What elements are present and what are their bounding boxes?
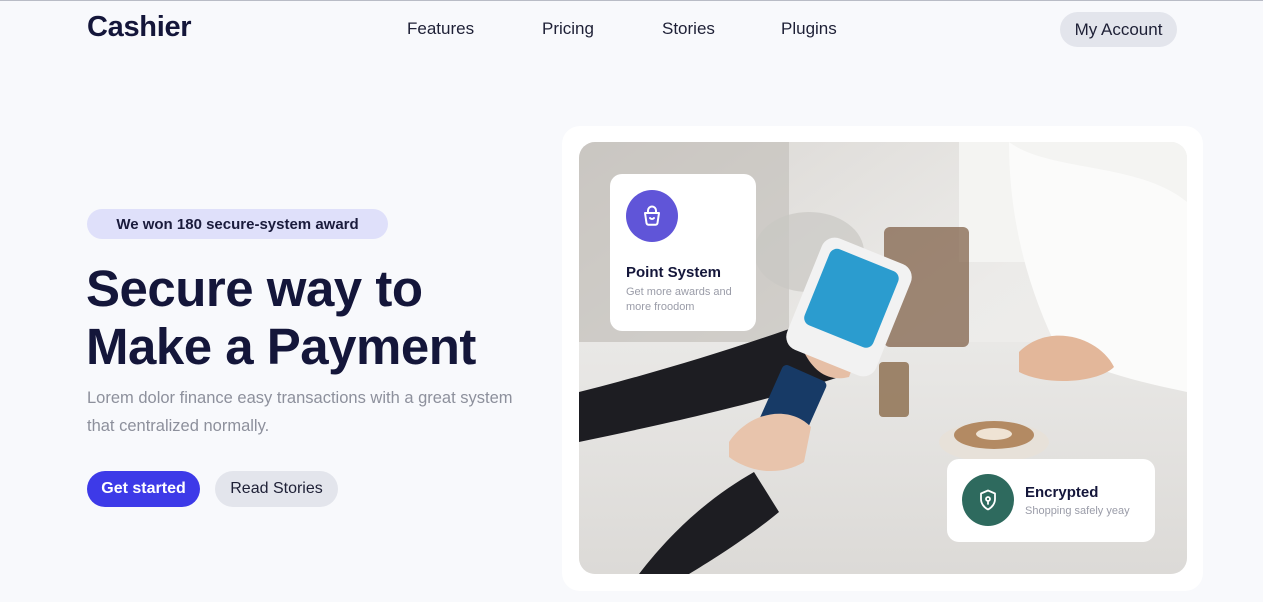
top-navbar: Cashier Features Pricing Stories Plugins…	[0, 1, 1263, 57]
nav-link-stories[interactable]: Stories	[662, 19, 715, 39]
point-system-title: Point System	[626, 264, 722, 281]
nav-link-pricing[interactable]: Pricing	[542, 19, 594, 39]
award-badge: We won 180 secure-system award	[87, 209, 388, 239]
encrypted-title: Encrypted	[1025, 484, 1099, 501]
hero-title-line-1: Secure way to	[86, 260, 423, 317]
shield-lock-icon	[962, 474, 1014, 526]
nav-link-plugins[interactable]: Plugins	[781, 19, 837, 39]
point-system-card: Point System Get more awards and more fr…	[610, 174, 756, 331]
nav-link-features[interactable]: Features	[407, 19, 474, 39]
my-account-button[interactable]: My Account	[1060, 12, 1177, 47]
hero-subtitle: Lorem dolor finance easy transactions wi…	[87, 389, 513, 435]
encrypted-subtitle: Shopping safely yeay	[1025, 505, 1130, 517]
encrypted-card: Encrypted Shopping safely yeay	[947, 459, 1155, 542]
point-system-subtitle: Get more awards and more froodom	[626, 286, 732, 313]
hero-title: Secure way to Make a Payment	[86, 260, 556, 376]
get-started-button[interactable]: Get started	[87, 471, 200, 507]
logo[interactable]: Cashier	[87, 11, 192, 44]
read-stories-button[interactable]: Read Stories	[215, 471, 338, 507]
shopping-basket-icon	[626, 190, 678, 242]
hero-title-line-2: Make a Payment	[86, 318, 476, 375]
